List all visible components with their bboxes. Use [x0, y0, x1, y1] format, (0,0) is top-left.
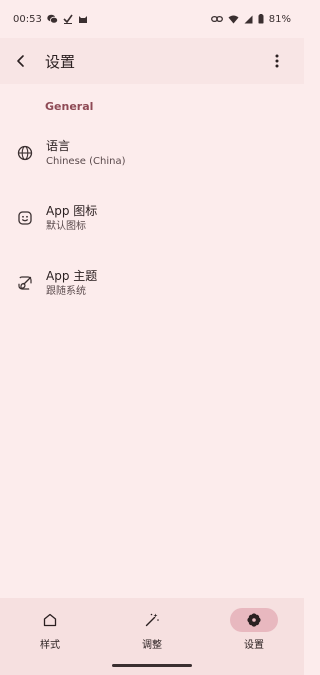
- link-icon: [210, 15, 223, 23]
- battery-percent: 81%: [268, 13, 291, 25]
- wifi-icon: [228, 15, 239, 24]
- nav-label-settings: 设置: [244, 640, 264, 651]
- top-app-bar: 设置: [0, 38, 304, 84]
- globe-icon: [16, 144, 34, 162]
- more-options-button[interactable]: [263, 47, 291, 75]
- magic-wand-icon: [145, 613, 159, 627]
- setting-language-title: 语言: [46, 138, 71, 153]
- setting-app-theme-title: App 主题: [46, 268, 98, 283]
- status-left: 00:53: [13, 14, 88, 25]
- status-right: 81%: [210, 13, 291, 25]
- setting-app-theme-value: 跟随系统: [46, 285, 86, 297]
- setting-app-icon[interactable]: App 图标 默认图标: [0, 190, 304, 246]
- nav-active-indicator: [230, 608, 278, 632]
- check-icon: [63, 14, 73, 24]
- nav-label-style: 样式: [40, 640, 60, 651]
- cat-icon: [78, 14, 88, 24]
- setting-language[interactable]: 语言 Chinese (China): [0, 125, 304, 181]
- flower-settings-icon: [247, 613, 261, 627]
- signal-icon: [244, 15, 253, 24]
- back-button[interactable]: [7, 47, 35, 75]
- setting-language-value: Chinese (China): [46, 155, 126, 167]
- more-vert-icon: [275, 54, 279, 68]
- home-gesture-bar[interactable]: [112, 664, 192, 667]
- arrow-back-icon: [17, 55, 24, 67]
- brush-icon: [16, 274, 34, 292]
- setting-app-icon-title: App 图标: [46, 203, 98, 218]
- nav-item-style[interactable]: 样式: [10, 608, 90, 651]
- wechat-icon: [47, 14, 58, 24]
- home-icon: [43, 613, 57, 627]
- status-time: 00:53: [13, 13, 42, 25]
- app-icon: [16, 209, 34, 227]
- nav-item-adjust[interactable]: 调整: [112, 608, 192, 651]
- nav-label-adjust: 调整: [142, 640, 162, 651]
- page-title: 设置: [45, 52, 76, 71]
- setting-app-icon-value: 默认图标: [46, 220, 86, 232]
- battery-icon: [258, 14, 264, 24]
- nav-item-settings[interactable]: 设置: [214, 608, 294, 651]
- status-bar: 00:53 81%: [0, 0, 304, 38]
- section-header-general: General: [45, 100, 94, 113]
- setting-app-theme[interactable]: App 主题 跟随系统: [0, 255, 304, 311]
